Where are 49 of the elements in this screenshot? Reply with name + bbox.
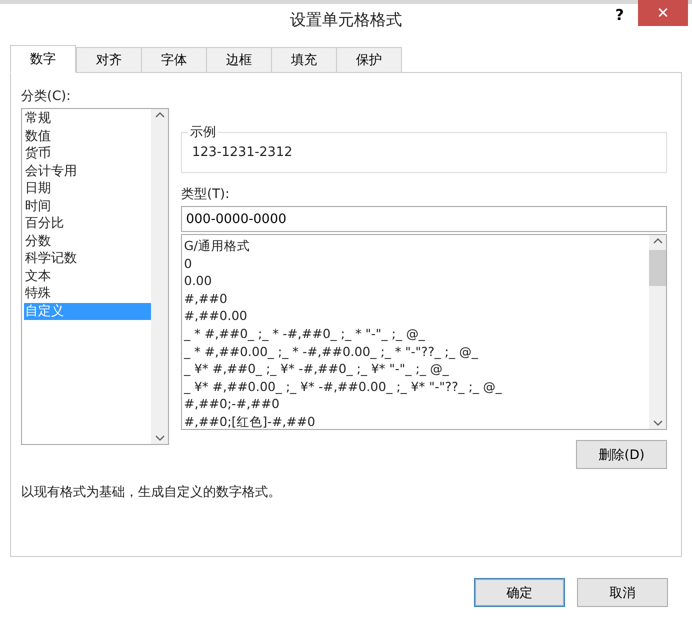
scroll-down-icon[interactable] <box>652 420 662 426</box>
scroll-down-icon[interactable] <box>154 435 164 441</box>
type-item[interactable]: #,##0 <box>184 290 649 308</box>
tab[interactable]: 填充 <box>271 47 337 73</box>
category-label: 分类(C): <box>21 88 72 105</box>
type-item[interactable]: 0 <box>184 254 649 272</box>
category-item[interactable]: 货币 <box>24 145 151 162</box>
tab[interactable]: 保护 <box>336 47 402 73</box>
category-item[interactable]: 时间 <box>24 198 151 215</box>
category-list[interactable]: 常规 数值 货币 会计专用 日期 时间 百分比 分数 科学记数 文本 特殊 自定义 <box>21 108 169 445</box>
scroll-up-icon[interactable] <box>652 238 662 244</box>
help-button[interactable]: ? <box>611 4 628 26</box>
cancel-button[interactable]: 取消 <box>577 578 668 607</box>
category-item[interactable]: 会计专用 <box>24 162 151 180</box>
sample-label: 示例 <box>189 124 217 141</box>
category-item[interactable]: 数值 <box>24 128 151 145</box>
type-item[interactable]: #,##0.00 <box>184 307 649 325</box>
scrollbar[interactable] <box>649 235 666 429</box>
category-item[interactable]: 特殊 <box>24 285 151 302</box>
type-item[interactable]: _ * #,##0_ ;_ * -#,##0_ ;_ * "-"_ ;_ @_ <box>184 324 649 343</box>
category-item[interactable]: 文本 <box>24 268 151 285</box>
type-item[interactable]: _ ¥* #,##0_ ;_ ¥* -#,##0_ ;_ ¥* "-"_ ;_ @_ <box>184 360 649 378</box>
close-button[interactable]: ✕ <box>638 0 688 26</box>
type-label: 类型(T): <box>181 186 230 203</box>
scrollbar[interactable] <box>151 109 168 444</box>
sample-value: 123-1231-2312 <box>192 145 292 160</box>
type-item[interactable]: #,##0;-#,##0 <box>184 395 649 413</box>
ok-button[interactable]: 确定 <box>474 578 565 607</box>
category-item[interactable]: 百分比 <box>24 215 151 232</box>
tab[interactable]: 边框 <box>206 47 272 73</box>
category-item[interactable]: 科学记数 <box>24 250 151 268</box>
scroll-up-icon[interactable] <box>154 112 164 118</box>
delete-button[interactable]: 删除(D) <box>576 440 667 469</box>
tab[interactable]: 数字 <box>10 45 76 73</box>
tab[interactable]: 字体 <box>141 47 207 73</box>
category-item[interactable]: 日期 <box>24 180 151 198</box>
type-input-field[interactable]: 000-0000-0000 <box>181 206 667 232</box>
window-title: 设置单元格格式 <box>290 9 402 31</box>
scroll-thumb[interactable] <box>649 250 666 286</box>
type-item[interactable]: 0.00 <box>184 272 649 290</box>
type-list[interactable] <box>181 234 667 430</box>
type-item[interactable]: _ * #,##0.00_ ;_ * -#,##0.00_ ;_ * "-"??_ ;_ @_ <box>184 342 649 360</box>
type-item[interactable]: _ ¥* #,##0.00_ ;_ ¥* -#,##0.00_ ;_ ¥* "-"??_ ;_ @_ <box>184 378 649 396</box>
description-text: 以现有格式为基础，生成自定义的数字格式。 <box>21 484 282 501</box>
type-item[interactable]: #,##0;[红色]-#,##0 <box>184 412 649 431</box>
type-item[interactable]: G/通用格式 <box>184 237 649 255</box>
category-item[interactable]: 分数 <box>24 232 151 250</box>
category-item[interactable]: 常规 <box>24 110 151 128</box>
tab[interactable]: 对齐 <box>76 47 142 73</box>
